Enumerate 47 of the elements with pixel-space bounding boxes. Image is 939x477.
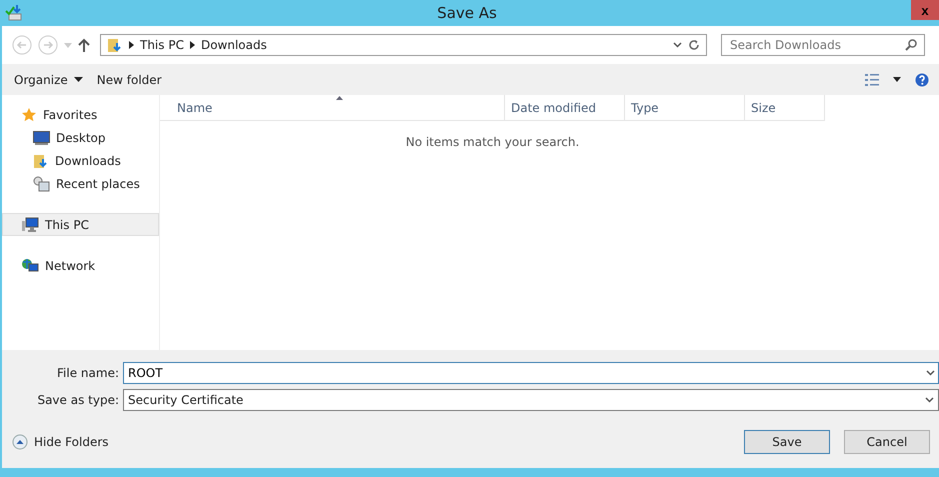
address-bar[interactable]: This PC Downloads: [100, 34, 707, 56]
column-header[interactable]: Date modified: [505, 95, 625, 120]
empty-message: No items match your search.: [406, 135, 580, 149]
save-as-type-dropdown[interactable]: Security Certificate: [123, 388, 939, 410]
close-button[interactable]: x: [911, 0, 939, 20]
sidebar-item[interactable]: Network: [2, 254, 159, 277]
network-icon: [21, 258, 39, 274]
caret-icon: [74, 77, 83, 82]
cancel-button[interactable]: Cancel: [844, 430, 930, 454]
sidebar-item[interactable]: Downloads: [2, 149, 159, 172]
dropdown-icon[interactable]: [893, 77, 901, 82]
star-icon: [21, 106, 37, 122]
breadcrumb[interactable]: Downloads: [200, 38, 267, 52]
app-icon: [5, 4, 23, 22]
chevron-icon: [190, 41, 195, 49]
sidebar-item[interactable]: Recent places: [2, 172, 159, 195]
sidebar-item[interactable]: Favorites: [2, 103, 159, 126]
breadcrumb[interactable]: This PC: [140, 38, 184, 52]
view-options-icon[interactable]: [865, 74, 879, 86]
window-title: Save As: [437, 4, 497, 22]
help-icon[interactable]: [915, 72, 929, 86]
chevron-down-icon: [925, 396, 934, 402]
up-arrow-icon[interactable]: [78, 38, 90, 52]
save-button[interactable]: Save: [744, 430, 830, 454]
sidebar-item[interactable]: This PC: [2, 213, 159, 236]
column-header[interactable]: Size: [745, 95, 825, 120]
sort-arrow-icon: [336, 96, 343, 100]
monitor-icon: [33, 130, 50, 144]
column-header[interactable]: Type: [625, 95, 745, 120]
chevron-icon: [129, 41, 134, 49]
search-field[interactable]: Search Downloads: [721, 34, 925, 56]
search-icon: [905, 39, 917, 51]
recent-places-icon: [33, 176, 50, 192]
computer-icon: [21, 216, 39, 232]
folder-icon: [33, 152, 49, 168]
folder-icon: [107, 37, 123, 53]
hide-folders-button[interactable]: Hide Folders: [2, 433, 115, 451]
chevron-down-icon[interactable]: [673, 42, 682, 48]
collapse-icon: [12, 434, 28, 450]
new-folder-button[interactable]: New folder: [96, 72, 162, 86]
chevron-down-icon[interactable]: [926, 370, 935, 376]
organize-button[interactable]: Organize: [14, 72, 83, 86]
sidebar-item[interactable]: Desktop: [2, 126, 159, 149]
save-as-type-label: Save as type:: [36, 392, 120, 406]
file-name-label: File name:: [56, 366, 120, 380]
refresh-icon[interactable]: [688, 39, 700, 51]
file-name-field[interactable]: ROOT: [123, 362, 939, 384]
